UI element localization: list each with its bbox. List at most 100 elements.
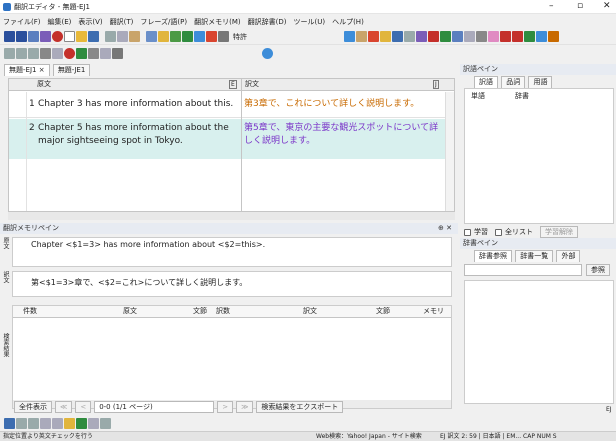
menu-dictionary[interactable]: 翻訳辞書(D) (248, 17, 287, 27)
all-list-checkbox[interactable] (495, 228, 502, 236)
tab-pos[interactable]: 品詞 (501, 76, 526, 88)
tool-compare-icon[interactable] (28, 418, 39, 429)
tool-green-icon[interactable] (76, 418, 87, 429)
table-row-selected[interactable]: 2 Chapter 5 has more information about t… (9, 119, 445, 159)
pause-icon[interactable] (218, 31, 229, 42)
menu-memory[interactable]: 翻訳メモリ(M) (194, 17, 241, 27)
translate-all-icon[interactable] (16, 31, 27, 42)
tool-memory-icon[interactable] (16, 418, 27, 429)
flag-icon[interactable] (206, 31, 217, 42)
memory-4-icon[interactable] (524, 31, 535, 42)
tab-terms[interactable]: 訳語 (474, 76, 498, 88)
paste-icon[interactable] (129, 31, 140, 42)
table-row[interactable]: 1 Chapter 3 has more information about t… (9, 92, 445, 118)
grid-icon[interactable] (100, 48, 111, 59)
tab-glossary[interactable]: 用語 (528, 76, 553, 88)
new-doc-icon[interactable] (64, 31, 75, 42)
memory-5-icon[interactable] (536, 31, 547, 42)
word-icon[interactable] (40, 31, 51, 42)
undo-icon[interactable] (146, 31, 157, 42)
tool-home-icon[interactable] (4, 418, 15, 429)
field-select[interactable]: 特許 (233, 32, 247, 42)
memory-2-icon[interactable] (500, 31, 511, 42)
tab-doc-ej1[interactable]: 無題-EJ1 × (4, 64, 50, 76)
dict-grid-icon[interactable] (464, 31, 475, 42)
check-icon[interactable] (170, 31, 181, 42)
menu-view[interactable]: 表示(V) (78, 17, 102, 27)
dict-ref-button[interactable]: 参照 (586, 264, 610, 276)
phrase-icon[interactable] (28, 31, 39, 42)
status-web-search[interactable]: Web検索：Yahoo! Japan - サイト検索 (316, 432, 422, 441)
memory-pane-close[interactable]: ⊕ ✕ (438, 223, 452, 234)
dict-add-icon[interactable] (368, 31, 379, 42)
translate-icon[interactable] (4, 31, 15, 42)
record-icon[interactable] (52, 31, 63, 42)
dict-convert-icon[interactable] (404, 31, 415, 42)
copy-icon[interactable] (117, 31, 128, 42)
unlearn-button[interactable]: 学習解除 (540, 226, 578, 238)
show-all-button[interactable]: 全件表示 (14, 401, 52, 413)
minimize-button[interactable]: – (549, 1, 554, 11)
refresh-icon[interactable] (28, 48, 39, 59)
source-text[interactable]: Chapter 5 has more information about the… (38, 122, 238, 148)
first-page-button[interactable]: ≪ (55, 401, 73, 413)
tool-filter-icon[interactable] (52, 418, 63, 429)
tab-doc-je1[interactable]: 無題-JE1 (52, 64, 91, 76)
prev-page-button[interactable]: < (75, 401, 92, 413)
dict-edit-icon[interactable] (380, 31, 391, 42)
mark-icon[interactable] (194, 31, 205, 42)
tab-dict-list[interactable]: 辞書一覧 (515, 250, 554, 262)
menu-file[interactable]: ファイル(F) (3, 17, 41, 27)
back-icon[interactable] (4, 48, 15, 59)
menu-edit[interactable]: 編集(E) (48, 17, 72, 27)
dict-search-icon[interactable] (392, 31, 403, 42)
export-button[interactable]: 検索結果をエクスポート (256, 401, 344, 413)
tool-list-icon[interactable] (100, 418, 111, 429)
target-text[interactable]: 第5章で、東京の主要な観光スポットについて詳しく説明します。 (244, 122, 444, 148)
open-folder-icon[interactable] (76, 31, 87, 42)
print-icon[interactable] (88, 48, 99, 59)
learn-checkbox[interactable] (464, 228, 471, 236)
dict-heart-icon[interactable] (428, 31, 439, 42)
menu-help[interactable]: ヘルプ(H) (332, 17, 364, 27)
close-button[interactable]: ✕ (603, 1, 611, 11)
menu-translate[interactable]: 翻訳(T) (110, 17, 134, 27)
arrow-right-icon[interactable] (182, 31, 193, 42)
horizontal-scrollbar[interactable] (8, 212, 455, 220)
dict-view-icon[interactable] (452, 31, 463, 42)
menu-tools[interactable]: ツール(U) (293, 17, 325, 27)
menu-phrase[interactable]: フレーズ/語(P) (140, 17, 187, 27)
maximize-button[interactable]: ▫ (577, 1, 583, 11)
tab-dict-external[interactable]: 外部 (556, 250, 581, 262)
memory-3-icon[interactable] (512, 31, 523, 42)
dict-search-select[interactable] (464, 264, 582, 276)
target-text[interactable]: 第3章で、これについて詳しく説明します。 (244, 98, 444, 111)
next-page-button[interactable]: > (217, 401, 234, 413)
tool-search-icon[interactable] (40, 418, 51, 429)
source-text[interactable]: Chapter 3 has more information about thi… (38, 98, 238, 111)
tab-dict-ref[interactable]: 辞書参照 (474, 250, 512, 262)
page-select[interactable]: 0-0 (1/1 ページ) (94, 401, 215, 413)
save-icon[interactable] (88, 31, 99, 42)
forward-icon[interactable] (16, 48, 27, 59)
memory-6-icon[interactable] (548, 31, 559, 42)
record-small-icon[interactable] (64, 48, 75, 59)
tool-add-icon[interactable] (64, 418, 75, 429)
memory-1-icon[interactable] (488, 31, 499, 42)
help-icon[interactable] (158, 31, 169, 42)
tool-grid-icon[interactable] (88, 418, 99, 429)
dict-arrow-icon[interactable] (344, 31, 355, 42)
zoom-icon[interactable] (52, 48, 63, 59)
vertical-scrollbar[interactable] (445, 92, 454, 211)
play-icon[interactable] (76, 48, 87, 59)
dict-compare-icon[interactable] (416, 31, 427, 42)
globe-icon[interactable] (262, 48, 273, 59)
cut-icon[interactable] (105, 31, 116, 42)
settings-icon[interactable] (112, 48, 123, 59)
dict-list-icon[interactable] (476, 31, 487, 42)
dict-check-icon[interactable] (440, 31, 451, 42)
tab-close-icon[interactable]: × (39, 66, 45, 74)
dict-lookup-icon[interactable] (356, 31, 367, 42)
stop-icon[interactable] (40, 48, 51, 59)
last-page-button[interactable]: ≫ (236, 401, 254, 413)
